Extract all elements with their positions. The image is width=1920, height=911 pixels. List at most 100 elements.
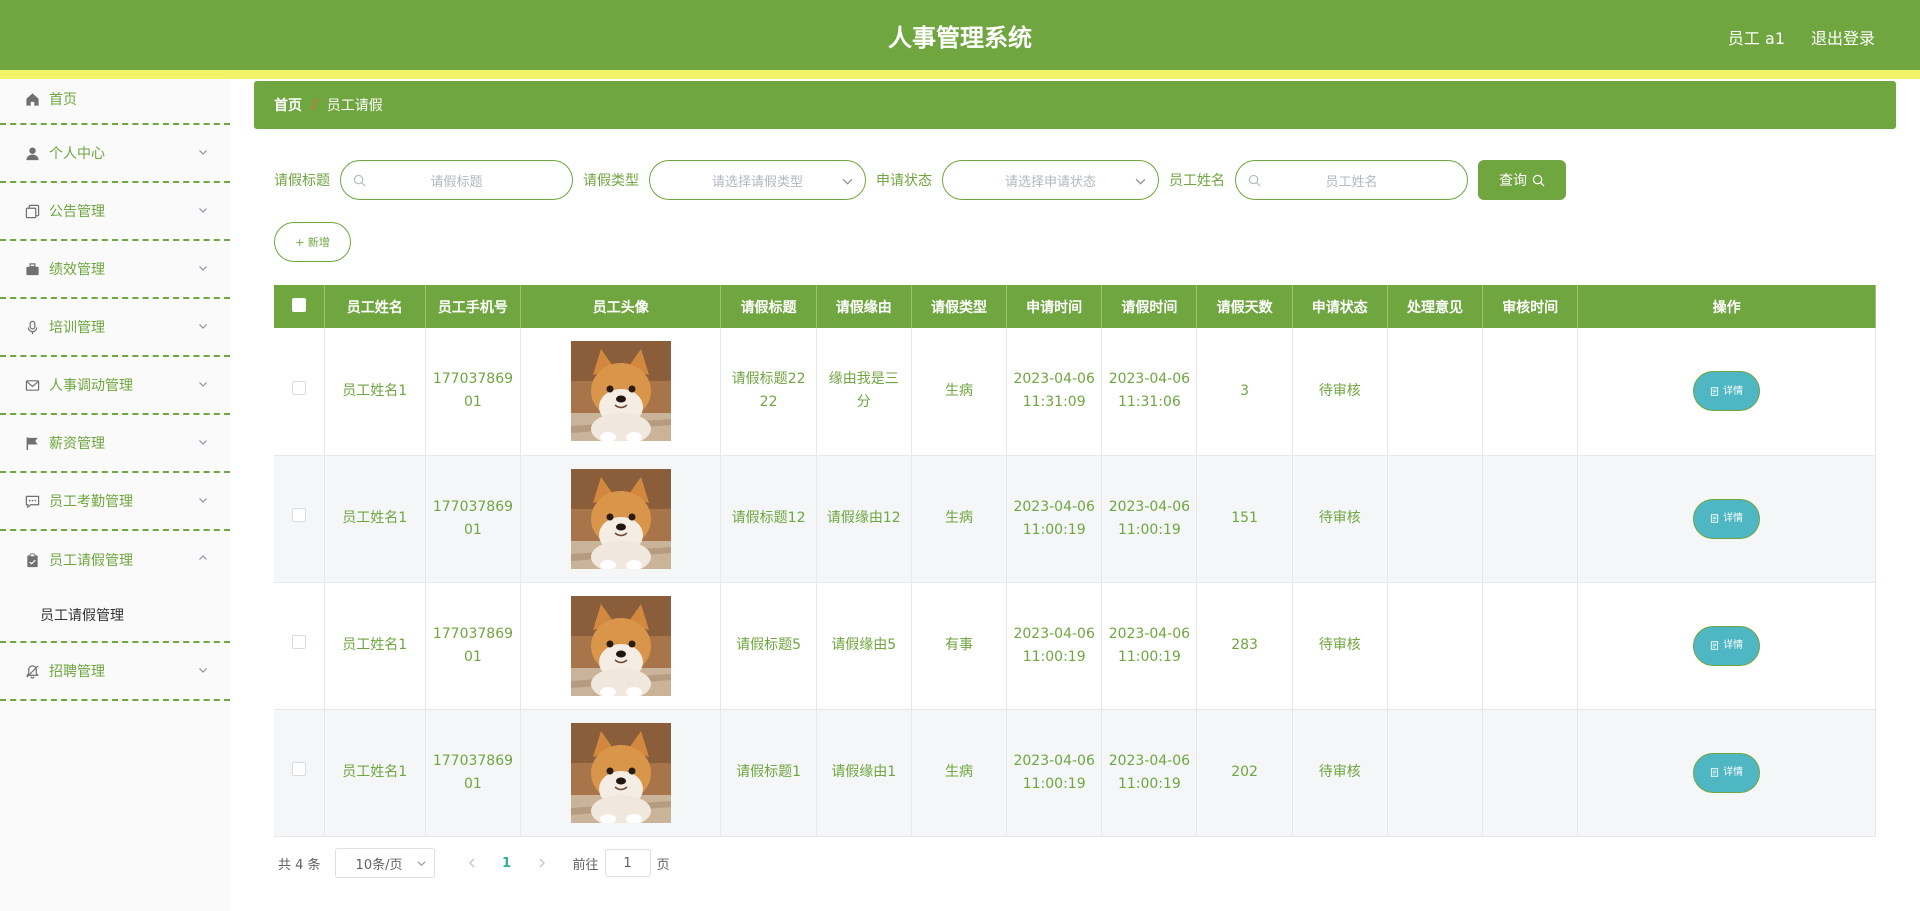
query-button[interactable]: 查询 <box>1478 160 1566 200</box>
row-checkbox[interactable] <box>291 635 306 649</box>
sidebar-item-training[interactable]: 培训管理 <box>0 299 230 357</box>
sidebar-item-performance[interactable]: 绩效管理 <box>0 241 230 299</box>
breadcrumb-home[interactable]: 首页 <box>274 95 302 115</box>
breadcrumb-separator: / <box>312 97 317 113</box>
submenu-item-leave-management[interactable]: 员工请假管理 <box>0 589 230 643</box>
detail-button[interactable]: 详情 <box>1693 498 1761 539</box>
detail-button[interactable]: 详情 <box>1693 371 1761 412</box>
detail-button[interactable]: 详情 <box>1693 625 1761 666</box>
apply-status-select[interactable]: 请选择申请状态 <box>942 160 1159 200</box>
column-header: 请假天数 <box>1196 285 1293 328</box>
cell-reason: 请假缘由12 <box>816 455 912 583</box>
column-header: 员工手机号 <box>425 285 522 328</box>
page-size-select[interactable]: 10条/页 <box>334 848 435 878</box>
chevron-up-icon <box>199 555 207 560</box>
prev-page-button[interactable] <box>457 848 487 878</box>
column-header: 请假类型 <box>911 285 1008 328</box>
cell-reason: 请假缘由5 <box>816 582 912 710</box>
cell-review-time <box>1482 328 1579 456</box>
microphone-icon <box>24 319 40 335</box>
table-header-row: 员工姓名 员工手机号 员工头像 请假标题 请假缘由 请假类型 申请时间 请假时间… <box>274 285 1876 328</box>
search-bar: 请假标题 请假标题 请假类型 请选择请假类型 申请状态 请选择申请状态 员工姓名… <box>274 160 1566 200</box>
employee-avatar <box>570 595 671 696</box>
cell-title: 请假标题1 <box>720 709 817 837</box>
sidebar-item-salary[interactable]: 薪资管理 <box>0 415 230 473</box>
employee-avatar <box>570 468 671 569</box>
sidebar-item-personal-center[interactable]: 个人中心 <box>0 125 230 183</box>
copy-icon <box>24 203 40 219</box>
select-all-checkbox-cell[interactable] <box>274 285 325 328</box>
bell-off-icon <box>24 663 40 679</box>
sidebar-item-label: 员工考勤管理 <box>49 494 133 510</box>
detail-button[interactable]: 详情 <box>1693 752 1761 793</box>
row-checkbox-cell[interactable] <box>274 709 325 837</box>
sidebar-item-home[interactable]: 首页 <box>0 79 230 125</box>
leave-type-select[interactable]: 请选择请假类型 <box>649 160 866 200</box>
sidebar: 首页 个人中心 公告管理 绩效管理 培训管理 人事调动管理 薪资管理 员工考勤管… <box>0 79 230 911</box>
row-checkbox-cell[interactable] <box>274 582 325 710</box>
row-checkbox[interactable] <box>291 508 306 522</box>
sidebar-item-announcements[interactable]: 公告管理 <box>0 183 230 241</box>
leave-table: 员工姓名 员工手机号 员工头像 请假标题 请假缘由 请假类型 申请时间 请假时间… <box>274 285 1876 837</box>
column-header: 申请时间 <box>1006 285 1103 328</box>
cell-review-time <box>1482 455 1579 583</box>
chevron-down-icon <box>1135 178 1146 185</box>
sidebar-item-label: 员工请假管理 <box>49 553 133 569</box>
sidebar-item-label: 公告管理 <box>49 204 105 220</box>
cell-reason: 请假缘由1 <box>816 709 912 837</box>
cell-days: 151 <box>1196 455 1293 583</box>
chevron-down-icon <box>199 150 207 155</box>
logout-button[interactable]: 退出登录 <box>1811 25 1875 49</box>
cell-apply-time: 2023-04-06 11:00:19 <box>1006 582 1103 710</box>
sidebar-item-label: 培训管理 <box>49 320 105 336</box>
cell-leave-time: 2023-04-06 11:00:19 <box>1101 455 1198 583</box>
page-number-current[interactable]: 1 <box>487 856 527 871</box>
next-page-button[interactable] <box>527 848 557 878</box>
avatar-cell <box>520 582 722 710</box>
sidebar-item-label: 个人中心 <box>49 146 105 162</box>
employee-name-label: 员工姓名 <box>1169 173 1225 189</box>
current-user: 员工 a1 <box>1727 29 1785 48</box>
row-checkbox[interactable] <box>291 380 306 395</box>
sidebar-item-attendance[interactable]: 员工考勤管理 <box>0 473 230 531</box>
clipboard-icon <box>24 552 40 568</box>
goto-page-input[interactable]: 1 <box>604 849 651 877</box>
leave-title-placeholder: 请假标题 <box>430 174 483 190</box>
row-checkbox-cell[interactable] <box>274 328 325 456</box>
action-cell: 详情 <box>1577 582 1876 710</box>
home-icon <box>24 91 40 107</box>
sidebar-item-transfer[interactable]: 人事调动管理 <box>0 357 230 415</box>
cell-opinion <box>1387 455 1484 583</box>
avatar-cell <box>520 455 722 583</box>
detail-button-label: 详情 <box>1723 513 1744 524</box>
add-button[interactable]: + 新增 <box>274 222 351 262</box>
chevron-down-icon <box>199 382 207 387</box>
cell-apply-time: 2023-04-06 11:31:09 <box>1006 328 1103 456</box>
row-checkbox[interactable] <box>291 762 306 776</box>
sidebar-item-label: 绩效管理 <box>49 262 105 278</box>
header-accent-strip <box>0 70 1920 79</box>
sidebar-item-label: 人事调动管理 <box>49 378 133 394</box>
cell-opinion <box>1387 582 1484 710</box>
chevron-down-icon <box>199 324 207 329</box>
detail-button-label: 详情 <box>1723 767 1744 778</box>
cell-reason: 缘由我是三分 <box>816 328 912 456</box>
detail-button-label: 详情 <box>1723 385 1744 397</box>
sidebar-item-recruitment[interactable]: 招聘管理 <box>0 643 230 701</box>
chevron-down-icon <box>199 498 207 503</box>
select-all-checkbox[interactable] <box>291 297 306 312</box>
avatar-cell <box>520 328 722 456</box>
sidebar-item-leave[interactable]: 员工请假管理 <box>0 531 230 589</box>
cell-apply-time: 2023-04-06 11:00:19 <box>1006 709 1103 837</box>
page-suffix: 页 <box>656 857 670 873</box>
leave-title-input[interactable]: 请假标题 <box>340 160 573 200</box>
cell-status: 待审核 <box>1292 709 1388 837</box>
cell-name: 员工姓名1 <box>324 328 426 456</box>
row-checkbox-cell[interactable] <box>274 455 325 583</box>
pagination: 共 4 条 10条/页 1 前往 1 页 <box>278 848 670 878</box>
pagination-total: 共 4 条 <box>278 857 321 873</box>
employee-name-input[interactable]: 员工姓名 <box>1235 160 1468 200</box>
cell-leave-time: 2023-04-06 11:00:19 <box>1101 709 1198 837</box>
cell-opinion <box>1387 709 1484 837</box>
action-cell: 详情 <box>1577 709 1876 837</box>
